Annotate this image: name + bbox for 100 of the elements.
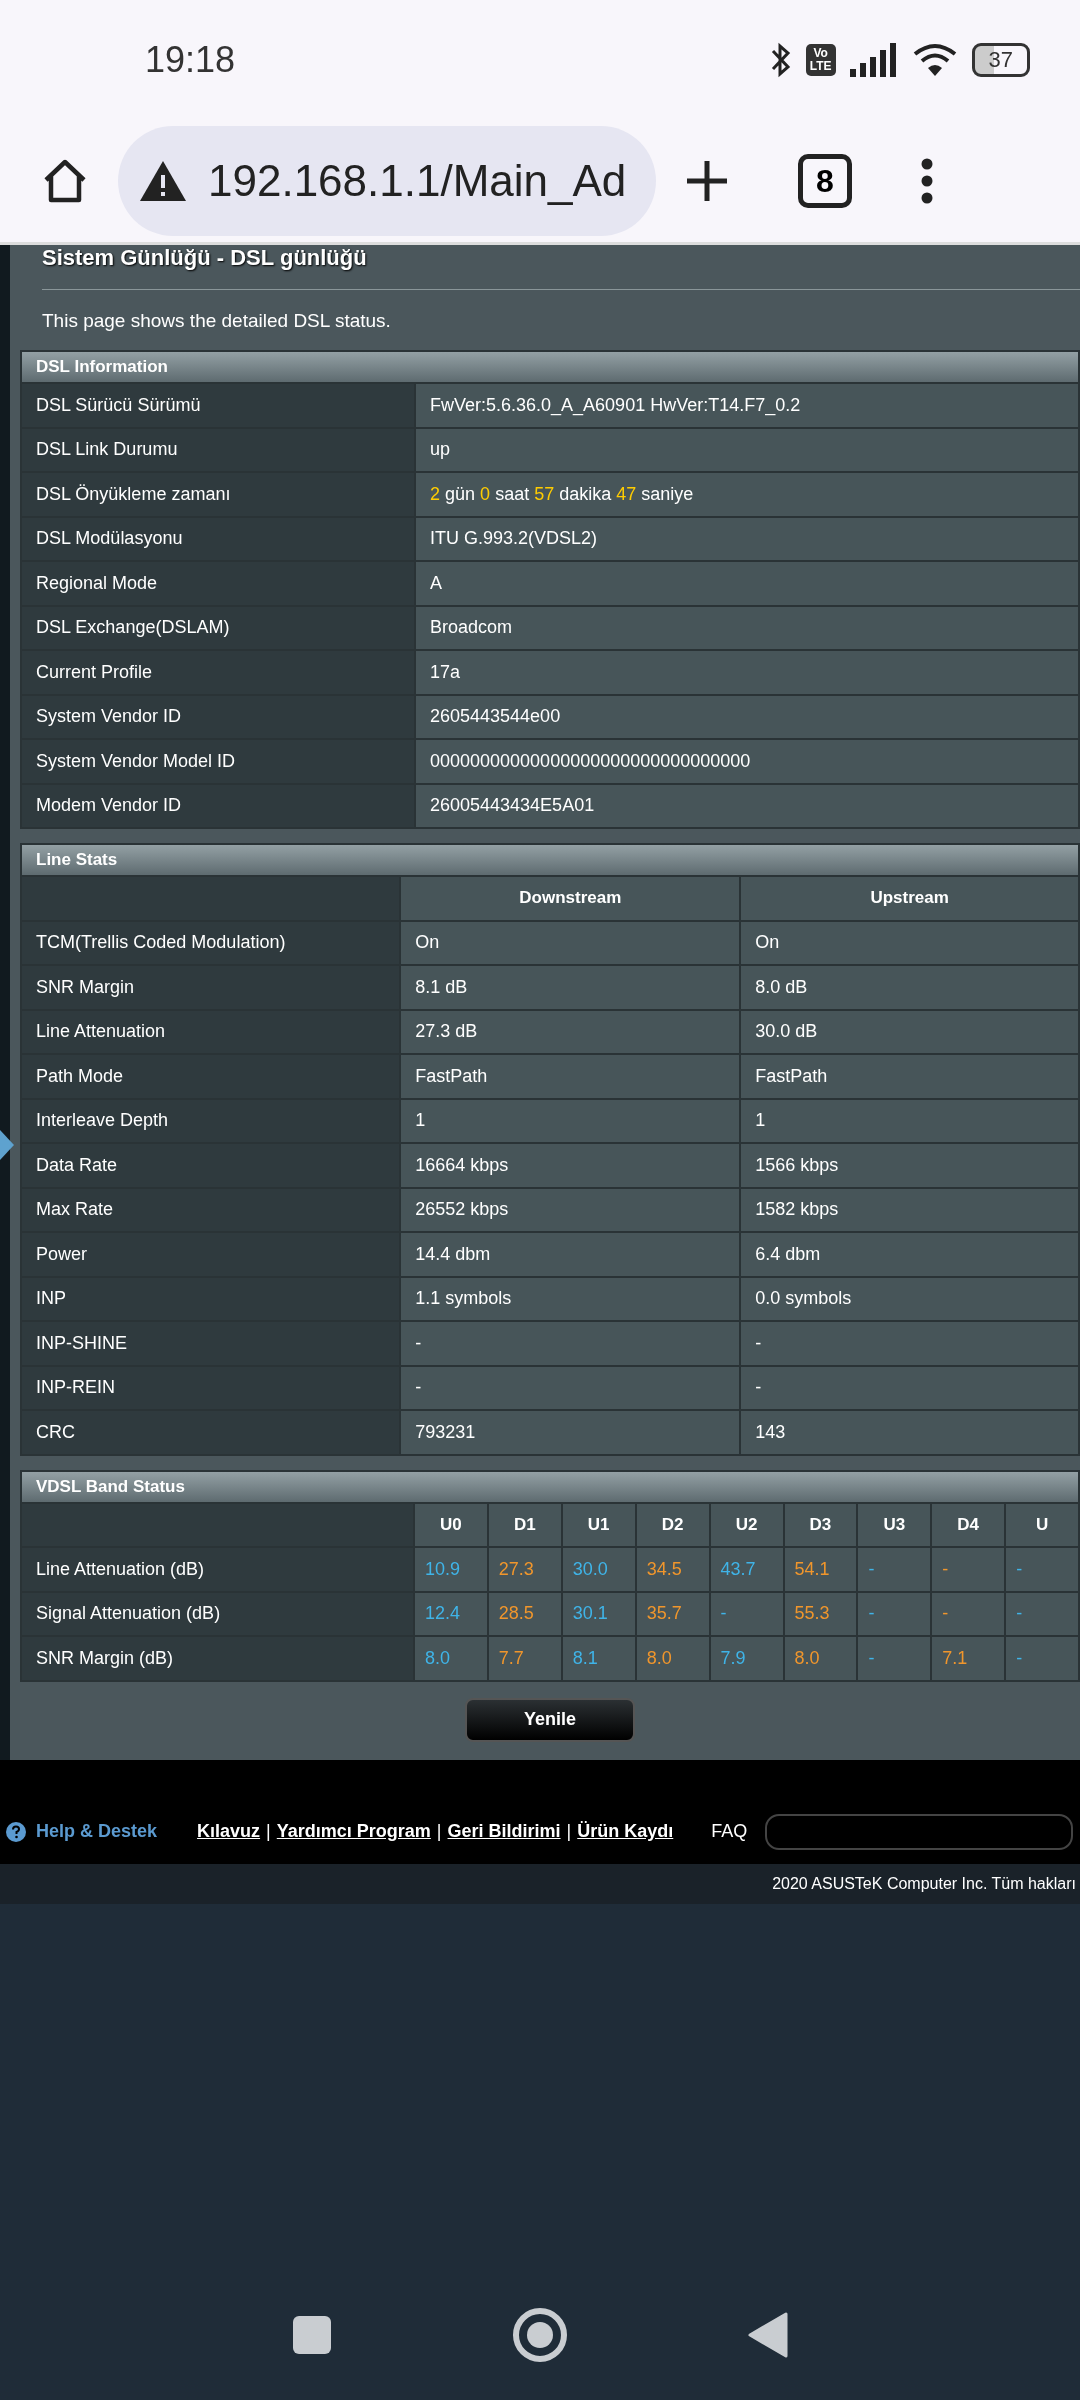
row-label: Line Attenuation (21, 1009, 401, 1054)
table-cell: 8.0 dB (740, 965, 1079, 1010)
page-description: This page shows the detailed DSL status. (41, 309, 392, 333)
table-cell: 55.3 (783, 1591, 858, 1636)
row-value: 17a (415, 650, 1079, 695)
table-cell: - (1005, 1636, 1079, 1681)
footer-link[interactable]: Yardımcı Program (276, 1821, 431, 1842)
table-cell: 8.1 (561, 1636, 636, 1681)
table-cell: 14.4 dbm (400, 1232, 741, 1277)
volte-badge: Vo LTE (805, 44, 836, 76)
table-cell: - (709, 1591, 784, 1636)
table-cell: 30.1 (561, 1591, 636, 1636)
section-header: VDSL Band Status (21, 1470, 1079, 1503)
table-cell: - (400, 1321, 741, 1366)
help-support-link[interactable]: Help & Destek (36, 1821, 158, 1842)
bluetooth-icon (769, 42, 792, 78)
column-header: U0 (413, 1502, 488, 1547)
status-time: 19:18 (145, 39, 236, 81)
section-header: Line Stats (21, 844, 1079, 876)
footer-link[interactable]: Ürün Kaydı (577, 1821, 674, 1842)
link-separator: | (436, 1821, 442, 1842)
row-value: up (415, 427, 1079, 472)
table-cell: On (400, 920, 741, 965)
row-value: Broadcom (415, 605, 1079, 650)
row-label: System Vendor Model ID (21, 739, 415, 784)
table-cell: 7.9 (709, 1636, 784, 1681)
table-cell: 1582 kbps (740, 1187, 1079, 1232)
copyright-text: 2020 ASUSTeK Computer Inc. Tüm hakları (772, 1874, 1076, 1893)
refresh-button[interactable]: Yenile (465, 1697, 635, 1742)
table-cell: 54.1 (783, 1547, 858, 1592)
row-label: INP-SHINE (21, 1321, 401, 1366)
table-cell: 12.4 (413, 1591, 488, 1636)
table-cell: 10.9 (413, 1547, 488, 1592)
table-cell: 143 (740, 1410, 1079, 1455)
table-cell: 8.0 (635, 1636, 710, 1681)
column-header: Upstream (740, 876, 1079, 921)
column-header: U (1005, 1502, 1079, 1547)
back-icon[interactable] (748, 2312, 788, 2358)
table-cell: 8.0 (783, 1636, 858, 1681)
row-value: A (415, 561, 1079, 606)
link-separator: | (266, 1821, 271, 1842)
signal-icon (849, 43, 898, 77)
column-header: U3 (857, 1502, 932, 1547)
table-cell: 16664 kbps (400, 1143, 741, 1188)
table-cell: - (740, 1365, 1079, 1410)
tab-count-button[interactable]: 8 (798, 154, 852, 208)
table-cell: FastPath (740, 1054, 1079, 1099)
column-header: D4 (931, 1502, 1006, 1547)
menu-icon[interactable] (920, 158, 934, 204)
row-label: Max Rate (21, 1187, 401, 1232)
help-icon (6, 1821, 26, 1842)
table-cell: - (857, 1547, 932, 1592)
row-label: Current Profile (21, 650, 415, 695)
column-header: U1 (561, 1502, 636, 1547)
section-header: DSL Information (21, 351, 1079, 383)
recent-apps-icon[interactable] (292, 2315, 332, 2355)
faq-label: FAQ (711, 1821, 748, 1842)
row-value: 00000000000000000000000000000000 (415, 739, 1079, 784)
address-bar[interactable]: 192.168.1.1/Main_Ad (118, 126, 656, 236)
row-label: DSL Exchange(DSLAM) (21, 605, 415, 650)
table-cell: 30.0 dB (740, 1009, 1079, 1054)
home-button-icon[interactable] (512, 2307, 568, 2363)
table-cell: 35.7 (635, 1591, 710, 1636)
table-cell: 27.3 (487, 1547, 562, 1592)
table-cell: On (740, 920, 1079, 965)
row-label: TCM(Trellis Coded Modulation) (21, 920, 401, 965)
row-value: 26005443434E5A01 (415, 783, 1079, 828)
row-value: FwVer:5.6.36.0_A_A60901 HwVer:T14.F7_0.2 (415, 383, 1079, 428)
table-cell: - (931, 1547, 1006, 1592)
row-label: INP-REIN (21, 1365, 401, 1410)
row-label: DSL Modülasyonu (21, 516, 415, 561)
table-cell: - (740, 1321, 1079, 1366)
footer-link[interactable]: Geri Bildirimi (447, 1821, 561, 1842)
table-cell: 0.0 symbols (740, 1276, 1079, 1321)
row-label: Modem Vendor ID (21, 783, 415, 828)
row-label: Signal Attenuation (dB) (21, 1591, 414, 1636)
wifi-icon (911, 42, 958, 78)
table-cell: - (400, 1365, 741, 1410)
plus-icon[interactable] (684, 158, 730, 204)
table-cell: 28.5 (487, 1591, 562, 1636)
table-cell: 8.0 (413, 1636, 488, 1681)
table-cell: - (1005, 1547, 1079, 1592)
table-cell: 1 (400, 1098, 741, 1143)
table-cell: 6.4 dbm (740, 1232, 1079, 1277)
table-cell: 26552 kbps (400, 1187, 741, 1232)
row-label: SNR Margin (dB) (21, 1636, 414, 1681)
row-label: Regional Mode (21, 561, 415, 606)
faq-search-field[interactable] (765, 1813, 1074, 1850)
expand-arrow-icon[interactable] (0, 1130, 14, 1160)
table-cell: 34.5 (635, 1547, 710, 1592)
row-value: 2 gün 0 saat 57 dakika 47 saniye (415, 472, 1079, 517)
table-cell: 793231 (400, 1410, 741, 1455)
row-label: CRC (21, 1410, 401, 1455)
table-cell: 30.0 (561, 1547, 636, 1592)
row-label: Interleave Depth (21, 1098, 401, 1143)
row-label: INP (21, 1276, 401, 1321)
row-label: Power (21, 1232, 401, 1277)
row-label: SNR Margin (21, 965, 401, 1010)
table-cell: 7.7 (487, 1636, 562, 1681)
footer-link[interactable]: Kılavuz (197, 1821, 261, 1842)
